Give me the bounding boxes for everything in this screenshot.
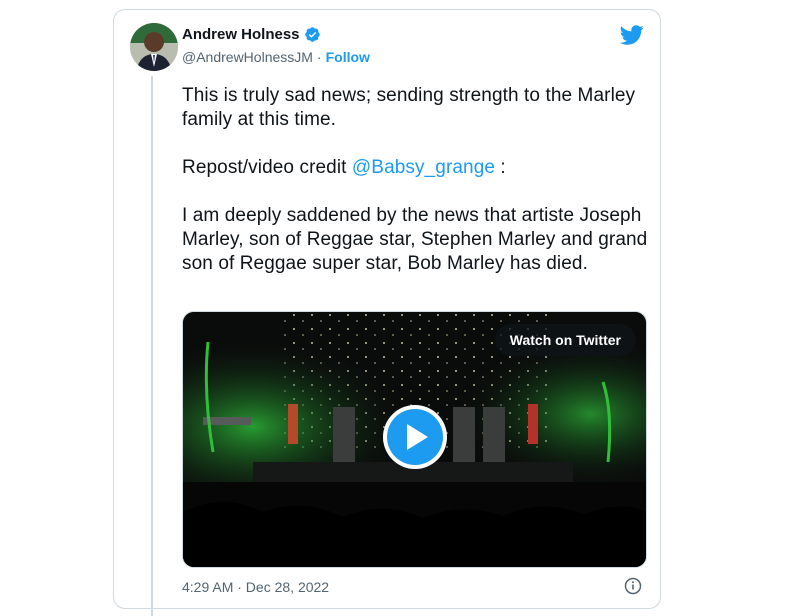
follow-button[interactable]: Follow <box>326 49 370 65</box>
author-name[interactable]: Andrew Holness <box>182 26 300 43</box>
tweet-paragraph-1: This is truly sad news; sending strength… <box>182 85 636 130</box>
play-icon <box>387 409 443 465</box>
author-name-row[interactable]: Andrew Holness <box>182 26 321 43</box>
separator-dot: · <box>316 49 322 65</box>
twitter-bird-icon[interactable] <box>619 23 644 47</box>
avatar-image <box>130 23 178 71</box>
avatar[interactable] <box>130 23 178 71</box>
credit-prefix: Repost/video credit <box>182 157 352 178</box>
info-icon[interactable] <box>624 577 642 595</box>
play-button[interactable] <box>383 405 447 469</box>
watch-on-twitter-button[interactable]: Watch on Twitter <box>494 324 636 356</box>
tweet-paragraph-3: I am deeply saddened by the news that ar… <box>182 205 648 274</box>
tweet-timestamp[interactable]: 4:29 AM · Dec 28, 2022 <box>182 579 329 595</box>
tweet-card[interactable]: Andrew Holness @AndrewHolnessJM · Follow… <box>113 9 661 616</box>
author-handle-row: @AndrewHolnessJM · Follow <box>182 49 370 65</box>
thread-line <box>151 76 153 616</box>
credit-suffix: : <box>495 157 506 178</box>
author-handle[interactable]: @AndrewHolnessJM <box>182 49 313 65</box>
tweet-text: This is truly sad news; sending strength… <box>182 84 652 276</box>
verified-badge-icon <box>304 26 321 43</box>
mention-link[interactable]: @Babsy_grange <box>352 157 495 178</box>
tweet-paragraph-2: Repost/video credit @Babsy_grange : <box>182 156 652 180</box>
video-player[interactable]: Watch on Twitter <box>182 311 647 568</box>
